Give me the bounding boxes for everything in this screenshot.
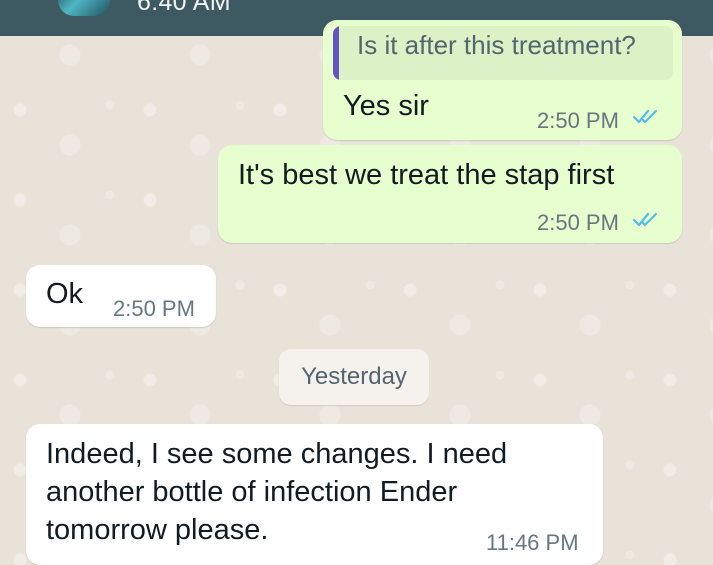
date-separator-label: Yesterday xyxy=(301,363,407,390)
contact-avatar[interactable] xyxy=(58,0,110,16)
double-check-icon xyxy=(632,212,658,227)
status-time: 6:40 AM xyxy=(137,0,231,16)
message-text-line: Indeed, I see some changes. I need xyxy=(46,438,508,470)
message-time: 2:50 PM xyxy=(537,210,619,235)
message-time: 2:50 PM xyxy=(537,108,619,133)
message-text-line: tomorrow please. xyxy=(46,514,269,546)
message-bubble-incoming[interactable]: Indeed, I see some changes. I need anoth… xyxy=(26,424,603,565)
message-time: 11:46 PM xyxy=(486,530,579,555)
date-separator: Yesterday xyxy=(279,349,429,405)
quoted-message[interactable]: Is it after this treatment? xyxy=(333,26,673,80)
message-bubble-outgoing[interactable]: Is it after this treatment? Yes sir 2:50… xyxy=(323,20,682,140)
message-text: Yes sir xyxy=(343,90,429,122)
message-text-line: another bottle of infection Ender xyxy=(46,476,458,508)
message-text: Ok xyxy=(46,278,84,310)
message-bubble-outgoing[interactable]: It's best we treat the stap first 2:50 P… xyxy=(218,145,682,243)
message-bubble-incoming[interactable]: Ok 2:50 PM xyxy=(26,265,216,327)
double-check-icon xyxy=(632,109,658,124)
message-time: 2:50 PM xyxy=(113,296,195,321)
quote-accent-bar xyxy=(333,26,339,80)
message-text: It's best we treat the stap first xyxy=(238,159,615,191)
quoted-message-text: Is it after this treatment? xyxy=(357,30,636,60)
